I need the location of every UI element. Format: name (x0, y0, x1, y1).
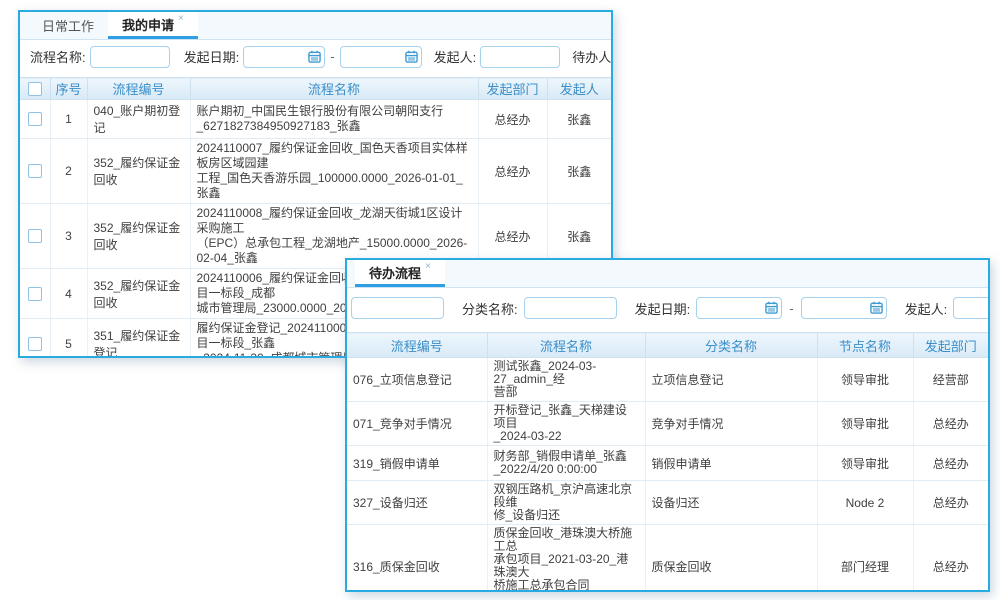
start-date-label: 发起日期: (635, 299, 691, 318)
pending-processes-window: 待办流程 × 分类名称: 发起日期: - 发起人: 流程编号 流程名称 分类名称… (345, 258, 990, 592)
table-row[interactable]: 2 352_履约保证金回收 2024110007_履约保证金回收_国色天香项目实… (20, 139, 611, 204)
col-initiator: 发起人 (547, 78, 611, 100)
select-all-checkbox[interactable] (28, 82, 42, 96)
table-row[interactable]: 076_立项信息登记 测试张鑫_2024-03-27_admin_经 营部 立项… (347, 358, 988, 402)
tab-label: 我的申请 (122, 15, 174, 34)
table-header-row: 序号 流程编号 流程名称 发起部门 发起人 (20, 78, 611, 100)
process-name-input[interactable] (90, 46, 170, 68)
col-process-code: 流程编号 (347, 333, 487, 358)
col-process-code: 流程编号 (87, 78, 190, 100)
col-node-name: 节点名称 (817, 333, 913, 358)
panel1-filter-bar: 流程名称: 发起日期: - 发起人: 待办人: (20, 40, 611, 73)
panel2-filter-bar: 分类名称: 发起日期: - 发起人: (347, 288, 988, 328)
table-row[interactable]: 071_竞争对手情况 开标登记_张鑫_天梯建设项目 _2024-03-22 竞争… (347, 402, 988, 446)
row-checkbox[interactable] (28, 229, 42, 243)
panel2-tabbar: 待办流程 × (347, 260, 988, 288)
col-category-name: 分类名称 (645, 333, 817, 358)
tab-label: 待办流程 (369, 263, 421, 282)
start-date-label: 发起日期: (184, 47, 240, 66)
tab-label: 日常工作 (42, 16, 94, 35)
calendar-icon[interactable] (765, 301, 778, 317)
calendar-icon[interactable] (308, 50, 321, 66)
close-icon[interactable]: × (178, 14, 184, 24)
assignee-label: 待办人: (572, 47, 613, 66)
pending-processes-table: 流程编号 流程名称 分类名称 节点名称 发起部门 076_立项信息登记 测试张鑫… (347, 332, 988, 592)
table-row[interactable]: 1 040_账户期初登记 账户期初_中国民生银行股份有限公司朝阳支行 _6271… (20, 100, 611, 139)
panel1-tabbar: 日常工作 我的申请 × (20, 12, 611, 40)
calendar-icon[interactable] (870, 301, 883, 317)
col-no: 序号 (50, 78, 87, 100)
calendar-icon[interactable] (405, 50, 418, 66)
category-name-input[interactable] (524, 297, 617, 319)
col-process-name: 流程名称 (190, 78, 478, 100)
row-checkbox[interactable] (28, 287, 42, 301)
process-name-input[interactable] (351, 297, 444, 319)
initiator-input[interactable] (953, 297, 990, 319)
table-header-row: 流程编号 流程名称 分类名称 节点名称 发起部门 (347, 333, 988, 358)
col-dept: 发起部门 (478, 78, 547, 100)
initiator-label: 发起人: (434, 47, 477, 66)
row-checkbox[interactable] (28, 337, 42, 351)
col-dept: 发起部门 (913, 333, 988, 358)
row-checkbox[interactable] (28, 112, 42, 126)
date-range-separator: - (788, 301, 794, 316)
initiator-label: 发起人: (905, 299, 948, 318)
table-row[interactable]: 319_销假申请单 财务部_销假申请单_张鑫 _2022/4/20 0:00:0… (347, 446, 988, 481)
tab-daily-work[interactable]: 日常工作 (28, 12, 108, 39)
process-name-label: 流程名称: (30, 47, 86, 66)
close-icon[interactable]: × (425, 262, 431, 272)
category-name-label: 分类名称: (462, 299, 518, 318)
row-checkbox[interactable] (28, 164, 42, 178)
table-row[interactable]: 327_设备归还 双钢压路机_京沪高速北京段维 修_设备归还 设备归还 Node… (347, 481, 988, 525)
col-process-name: 流程名称 (487, 333, 645, 358)
initiator-input[interactable] (480, 46, 560, 68)
table-row[interactable]: 316_质保金回收 质保金回收_港珠澳大桥施工总 承包项目_2021-03-20… (347, 525, 988, 593)
tab-my-applications[interactable]: 我的申请 × (108, 12, 198, 39)
tab-pending-processes[interactable]: 待办流程 × (355, 260, 445, 287)
date-range-separator: - (329, 49, 335, 64)
